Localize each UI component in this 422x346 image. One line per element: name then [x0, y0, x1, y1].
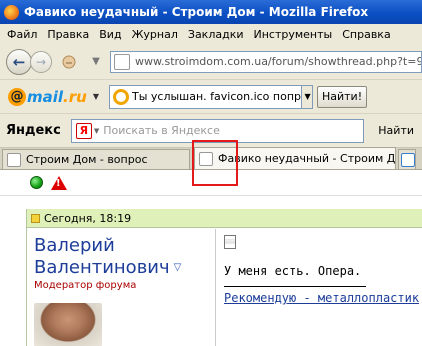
mailru-search-icon: [112, 88, 129, 105]
back-arrow-icon: ←: [12, 52, 26, 71]
back-button[interactable]: ←: [6, 48, 32, 75]
status-icons-row: !: [0, 170, 422, 196]
mailru-search-dropdown[interactable]: ▼: [301, 85, 312, 108]
document-icon: [224, 235, 236, 249]
post-header: Сегодня, 18:19: [27, 209, 422, 228]
title-bar: Фавико неудачный - Строим Дом - Mozilla …: [0, 0, 422, 24]
tab-stroim-dom[interactable]: Строим Дом - вопрос: [2, 149, 190, 169]
mailru-logo-prefix: mail: [27, 87, 64, 106]
dropdown-arrow-icon[interactable]: ▼: [86, 52, 106, 72]
post-author-block: Валерий Валентинович ▽ Модератор форума: [27, 229, 215, 346]
extension-icon: [62, 55, 76, 68]
firefox-icon: [4, 4, 19, 20]
url-bar[interactable]: www.stroimdom.com.ua/forum/showthread.ph…: [110, 50, 422, 73]
post-date: Сегодня, 18:19: [44, 211, 132, 225]
navigation-toolbar: ← → ▼ www.stroimdom.com.ua/forum/showthr…: [0, 44, 422, 80]
yandex-search-arrow-icon[interactable]: ▼: [94, 127, 99, 135]
post-status-icon: [31, 213, 40, 223]
window-title: Фавико неудачный - Строим Дом - Mozilla …: [24, 5, 369, 19]
yandex-toolbar: Яндекс Я ▼ Поискать в Яндексе Найти: [0, 114, 422, 148]
yandex-logo[interactable]: Яндекс: [6, 123, 61, 138]
author-menu-arrow-icon[interactable]: ▽: [174, 262, 182, 273]
yandex-y-icon: Я: [75, 122, 92, 139]
tab-label: Фавико неудачный - Строим Д: [218, 152, 396, 165]
mailru-find-button[interactable]: Найти!: [316, 85, 368, 108]
online-status-icon: [30, 176, 43, 189]
forum-post: Сегодня, 18:19 Валерий Валентинович ▽ Мод…: [26, 209, 422, 346]
forward-arrow-icon: →: [35, 54, 47, 69]
mailru-menu-arrow-icon[interactable]: ▼: [93, 92, 99, 101]
firefox-window: Фавико неудачный - Строим Дом - Mozilla …: [0, 0, 422, 346]
avatar: [34, 303, 102, 346]
menu-bar: Файл Правка Вид Журнал Закладки Инструме…: [0, 24, 422, 44]
tab-favicon-icon: [199, 151, 213, 166]
menu-view[interactable]: Вид: [99, 28, 121, 41]
yandex-search-placeholder: Поискать в Яндексе: [103, 124, 220, 137]
tab-favico-active[interactable]: Фавико неудачный - Строим Д ✕: [194, 147, 396, 169]
post-content: У меня есть. Опера. Рекомендую - металло…: [215, 229, 422, 346]
signature-divider: [224, 286, 366, 287]
author-role: Модератор форума: [34, 280, 137, 291]
signature-link[interactable]: Рекомендую - металлопластик: [224, 291, 422, 305]
menu-bookmarks[interactable]: Закладки: [188, 28, 244, 41]
menu-tools[interactable]: Инструменты: [254, 28, 333, 41]
history-dropdown-button[interactable]: [58, 51, 80, 73]
mailru-search-value: Ты услышан. favicon.ico попр: [131, 90, 302, 103]
warning-icon[interactable]: !: [51, 175, 67, 190]
forward-button[interactable]: →: [30, 50, 52, 73]
tab-favicon-icon: [7, 152, 21, 167]
menu-help[interactable]: Справка: [342, 28, 390, 41]
mailru-search-input[interactable]: Ты услышан. favicon.ico попр ▼: [108, 84, 313, 109]
site-favicon-icon: [114, 53, 130, 70]
chevron-down-icon: ▼: [304, 92, 311, 101]
author-last-name-row[interactable]: Валентинович ▽: [34, 257, 215, 279]
post-text: У меня есть. Опера.: [224, 264, 362, 278]
yandex-find-button[interactable]: Найти: [370, 120, 422, 142]
yandex-search-input[interactable]: Я ▼ Поискать в Яндексе: [70, 118, 365, 143]
author-first-name[interactable]: Валерий: [34, 235, 215, 257]
tab-strip: Строим Дом - вопрос Фавико неудачный - С…: [0, 147, 422, 170]
at-sign-icon: @: [8, 87, 26, 106]
tab-next-partial[interactable]: [398, 149, 416, 169]
menu-edit[interactable]: Правка: [47, 28, 89, 41]
menu-file[interactable]: Файл: [7, 28, 37, 41]
mailru-toolbar: @ mail .ru ▼ Ты услышан. favicon.ico попр …: [0, 80, 422, 114]
mailru-logo-suffix: .ru: [63, 87, 87, 106]
tab-favicon-icon: [401, 152, 415, 167]
url-text: www.stroimdom.com.ua/forum/showthread.ph…: [135, 55, 422, 68]
tab-label: Строим Дом - вопрос: [26, 153, 148, 166]
mailru-logo[interactable]: @ mail .ru: [8, 87, 87, 106]
author-last-name[interactable]: Валентинович: [34, 257, 170, 278]
menu-history[interactable]: Журнал: [132, 28, 178, 41]
